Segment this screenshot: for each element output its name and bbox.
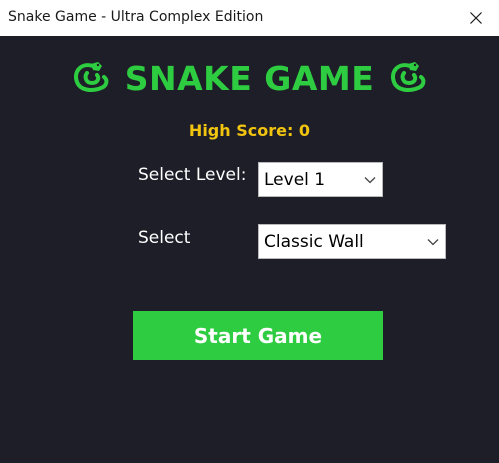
mode-label: Select: [138, 228, 191, 248]
app-window: Snake Game - Ultra Complex Edition SNAKE…: [0, 0, 499, 463]
chevron-down-icon: [364, 176, 376, 184]
window-title: Snake Game - Ultra Complex Edition: [8, 9, 264, 25]
game-heading: SNAKE GAME: [0, 56, 499, 100]
mode-select[interactable]: Classic Wall: [258, 224, 446, 259]
snake-icon: [71, 60, 111, 96]
start-game-button[interactable]: Start Game: [133, 311, 383, 360]
game-title: SNAKE GAME: [124, 58, 375, 98]
chevron-down-icon: [427, 238, 439, 246]
level-label: Select Level:: [138, 165, 247, 185]
mode-select-value: Classic Wall: [264, 231, 364, 252]
close-button[interactable]: [453, 0, 499, 36]
close-icon: [470, 12, 482, 24]
title-bar: Snake Game - Ultra Complex Edition: [0, 0, 499, 36]
high-score: High Score: 0: [188, 121, 311, 140]
level-select[interactable]: Level 1: [258, 162, 383, 197]
level-select-value: Level 1: [264, 169, 326, 190]
snake-icon: [388, 60, 428, 96]
